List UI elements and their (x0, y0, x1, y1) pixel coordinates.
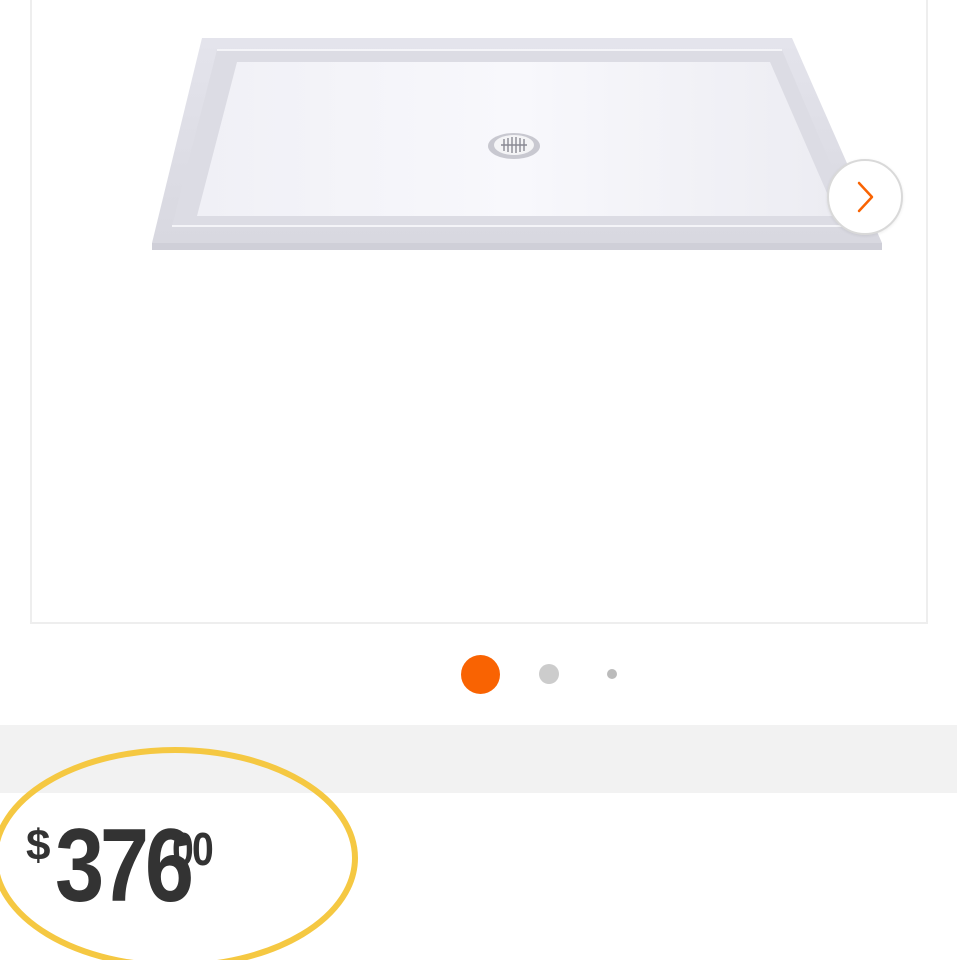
carousel-dot[interactable] (607, 669, 617, 679)
price-cents: 00 (172, 823, 214, 875)
price-dollars: 376 (55, 808, 194, 924)
price-currency: $ (26, 821, 51, 870)
next-image-button[interactable] (827, 159, 903, 235)
carousel-dot-active[interactable] (461, 655, 500, 694)
image-frame (30, 0, 928, 624)
product-gallery (0, 0, 957, 725)
shower-base-image[interactable] (142, 28, 902, 258)
product-price: $ 376 00 (26, 814, 219, 924)
chevron-right-icon (857, 181, 874, 213)
carousel-dot[interactable] (539, 664, 559, 684)
carousel-indicators (0, 654, 957, 694)
product-page: $ 376 00 (0, 0, 957, 960)
